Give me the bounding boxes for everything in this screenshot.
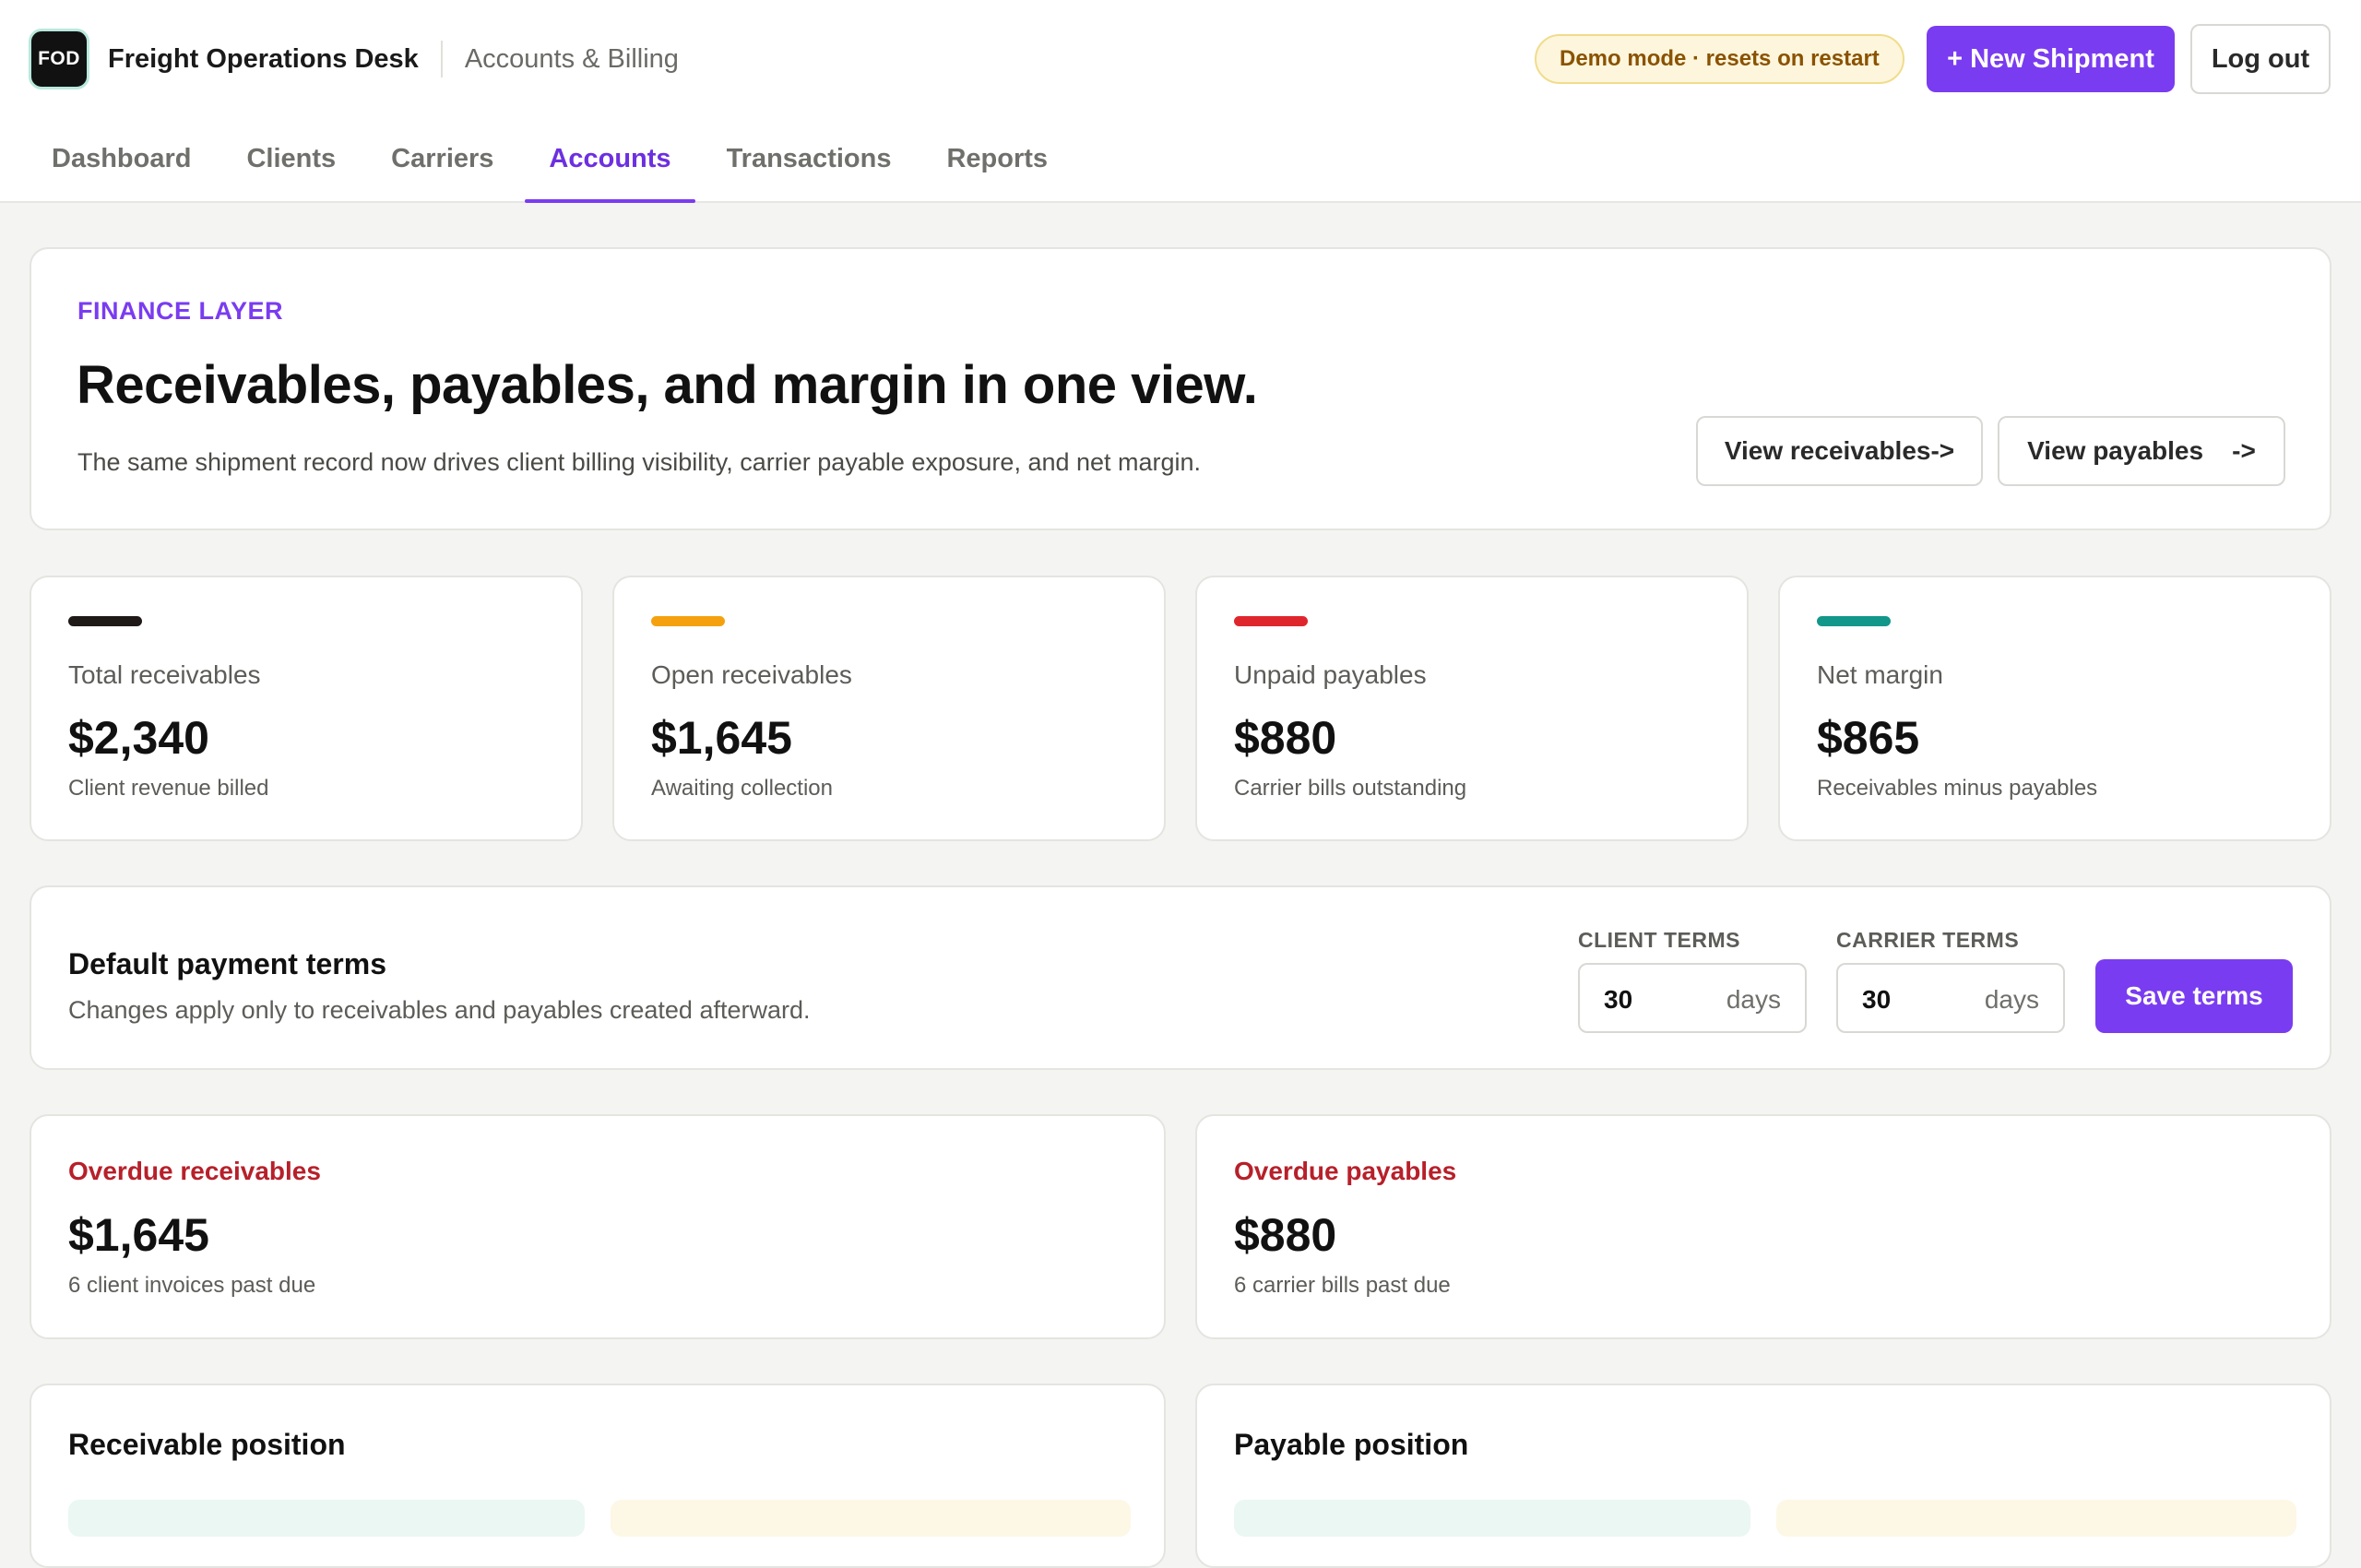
metric-label: Unpaid payables (1234, 660, 1427, 689)
save-terms-button[interactable]: Save terms (2095, 959, 2293, 1033)
metric-card-open-receivables: Open receivables $1,645 Awaiting collect… (612, 576, 1166, 841)
metric-color-bar (651, 616, 725, 626)
metric-hint: Carrier bills outstanding (1234, 776, 1467, 801)
client-terms-field[interactable]: 30 days (1578, 963, 1807, 1033)
overdue-receivables-title: Overdue receivables (68, 1157, 321, 1185)
metric-label: Net margin (1817, 660, 1943, 689)
section-title: Accounts & Billing (464, 43, 679, 74)
carrier-terms-value[interactable]: 30 (1862, 985, 1891, 1015)
metric-hint: Awaiting collection (651, 776, 834, 801)
metric-hint: Client revenue billed (68, 776, 269, 801)
carrier-terms-label: CARRIER TERMS (1836, 928, 2020, 952)
tab-accounts[interactable]: Accounts (521, 129, 698, 203)
main-nav: Dashboard Clients Carriers Accounts Tran… (24, 129, 1075, 203)
hero-eyebrow: FINANCE LAYER (77, 297, 284, 325)
header-divider (440, 41, 443, 77)
hero-title: Receivables, payables, and margin in one… (77, 355, 1258, 415)
terms-subtitle: Changes apply only to receivables and pa… (68, 996, 811, 1024)
terms-title: Default payment terms (68, 947, 386, 980)
logout-button[interactable]: Log out (2190, 24, 2331, 94)
metric-card-total-receivables: Total receivables $2,340 Client revenue … (30, 576, 583, 841)
brand: FOD Freight Operations Desk Accounts & B… (29, 26, 679, 92)
position-tile (1234, 1500, 1750, 1537)
tab-carriers[interactable]: Carriers (363, 129, 521, 203)
new-shipment-button[interactable]: + New Shipment (1927, 26, 2175, 92)
receivable-position-title: Receivable position (68, 1428, 346, 1461)
metric-label: Open receivables (651, 660, 852, 689)
overdue-payables-title: Overdue payables (1234, 1157, 1457, 1185)
position-tile (68, 1500, 585, 1537)
carrier-terms-unit: days (1984, 985, 2039, 1014)
view-receivables-button[interactable]: View receivables-> (1696, 416, 1983, 486)
tab-clients[interactable]: Clients (219, 129, 363, 203)
position-tile (611, 1500, 1131, 1537)
metric-value: $2,340 (68, 712, 209, 764)
payable-position-title: Payable position (1234, 1428, 1469, 1461)
client-terms-unit: days (1726, 985, 1781, 1014)
top-header: FOD Freight Operations Desk Accounts & B… (0, 0, 2361, 203)
receivable-position-card: Receivable position (30, 1384, 1166, 1568)
app-logo[interactable]: FOD (29, 29, 89, 89)
overdue-payables-card: Overdue payables $880 6 carrier bills pa… (1195, 1114, 2331, 1339)
app-title: Freight Operations Desk (108, 43, 419, 74)
payment-terms-card: Default payment terms Changes apply only… (30, 885, 2331, 1070)
metric-label: Total receivables (68, 660, 261, 689)
finance-hero-card: FINANCE LAYER Receivables, payables, and… (30, 247, 2331, 530)
client-terms-label: CLIENT TERMS (1578, 928, 1740, 952)
tab-transactions[interactable]: Transactions (699, 129, 919, 203)
overdue-receivables-card: Overdue receivables $1,645 6 client invo… (30, 1114, 1166, 1339)
metric-value: $865 (1817, 712, 1920, 764)
overdue-payables-hint: 6 carrier bills past due (1234, 1273, 1451, 1298)
overdue-receivables-value: $1,645 (68, 1209, 209, 1261)
tab-reports[interactable]: Reports (919, 129, 1075, 203)
carrier-terms-field[interactable]: 30 days (1836, 963, 2065, 1033)
metric-color-bar (68, 616, 142, 626)
metric-card-net-margin: Net margin $865 Receivables minus payabl… (1778, 576, 2331, 841)
overdue-payables-value: $880 (1234, 1209, 1337, 1261)
metric-value: $880 (1234, 712, 1337, 764)
view-payables-button[interactable]: View payables -> (1998, 416, 2285, 486)
metric-color-bar (1817, 616, 1891, 626)
overdue-receivables-hint: 6 client invoices past due (68, 1273, 316, 1298)
position-tile (1776, 1500, 2296, 1537)
payable-position-card: Payable position (1195, 1384, 2331, 1568)
demo-mode-badge: Demo mode · resets on restart (1535, 34, 1904, 84)
metric-color-bar (1234, 616, 1308, 626)
metric-card-unpaid-payables: Unpaid payables $880 Carrier bills outst… (1195, 576, 1749, 841)
metric-value: $1,645 (651, 712, 792, 764)
view-payables-label: View payables -> (2027, 436, 2256, 465)
tab-dashboard[interactable]: Dashboard (24, 129, 219, 203)
metric-hint: Receivables minus payables (1817, 776, 2098, 801)
client-terms-value[interactable]: 30 (1604, 985, 1632, 1015)
hero-subtitle: The same shipment record now drives clie… (77, 448, 1202, 476)
